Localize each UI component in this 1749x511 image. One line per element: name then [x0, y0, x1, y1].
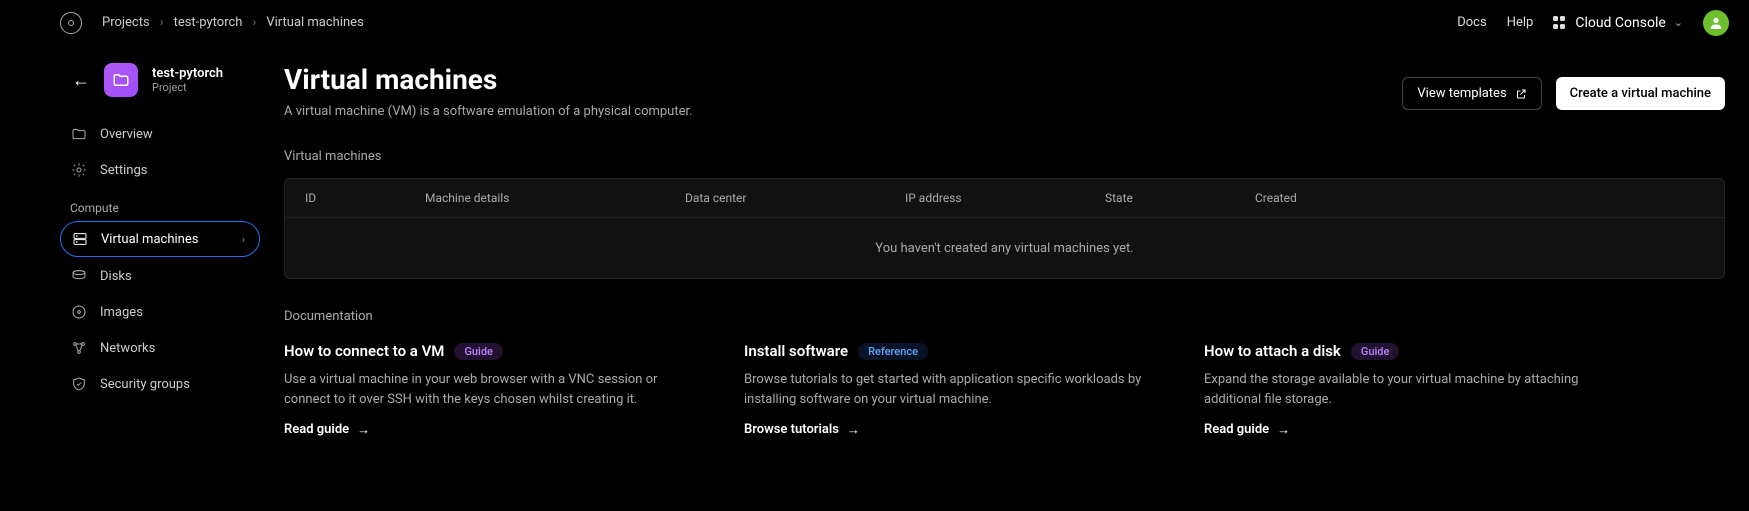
back-arrow-icon[interactable]: ← — [72, 70, 90, 91]
arrow-right-icon: → — [1277, 422, 1290, 438]
chevron-right-icon: › — [242, 233, 245, 246]
sidebar-group-label: Compute — [70, 201, 260, 215]
help-link[interactable]: Help — [1507, 15, 1534, 30]
docs-link[interactable]: Docs — [1457, 15, 1486, 30]
sidebar-item-networks[interactable]: Networks — [60, 331, 260, 365]
logo-icon[interactable] — [60, 12, 82, 34]
top-nav-right: Docs Help Cloud Console ⌄ — [1457, 10, 1729, 36]
folder-icon — [112, 71, 130, 89]
chevron-down-icon: ⌄ — [1674, 16, 1683, 29]
create-vm-button[interactable]: Create a virtual machine — [1556, 77, 1725, 110]
breadcrumb-projects[interactable]: Projects — [96, 12, 156, 33]
apps-grid-icon — [1553, 16, 1567, 30]
view-templates-button[interactable]: View templates — [1402, 77, 1541, 110]
arrow-right-icon: → — [847, 422, 860, 438]
doc-card-link[interactable]: Read guide → — [284, 422, 370, 438]
external-link-icon — [1515, 88, 1527, 100]
person-icon — [1708, 15, 1724, 31]
shield-icon — [71, 376, 87, 392]
th-created: Created — [1255, 191, 1375, 205]
button-label: View templates — [1417, 86, 1506, 101]
doc-card-desc: Use a virtual machine in your web browse… — [284, 370, 684, 409]
chevron-right-icon: › — [252, 15, 256, 30]
user-avatar[interactable] — [1703, 10, 1729, 36]
link-label: Browse tutorials — [744, 422, 839, 437]
breadcrumb-current[interactable]: Virtual machines — [260, 12, 369, 33]
sidebar-item-security[interactable]: Security groups — [60, 367, 260, 401]
gear-icon — [71, 162, 87, 178]
sidebar-item-label: Overview — [100, 127, 153, 142]
sidebar-item-images[interactable]: Images — [60, 295, 260, 329]
project-name: test-pytorch — [152, 66, 223, 81]
network-icon — [71, 340, 87, 356]
main-content: Virtual machines A virtual machine (VM) … — [260, 45, 1749, 438]
doc-card-desc: Expand the storage available to your vir… — [1204, 370, 1604, 409]
th-ip-address: IP address — [905, 191, 1105, 205]
sidebar-item-label: Settings — [100, 163, 147, 178]
sidebar-item-label: Networks — [100, 341, 155, 356]
disk-icon — [71, 268, 87, 284]
doc-card-title: Install software — [744, 342, 848, 360]
arrow-right-icon: → — [357, 422, 370, 438]
sidebar-item-overview[interactable]: Overview — [60, 117, 260, 151]
breadcrumb-project-name[interactable]: test-pytorch — [168, 12, 249, 33]
sidebar: ← test-pytorch Project Overview Settings… — [60, 45, 260, 438]
sidebar-item-label: Security groups — [100, 377, 190, 392]
project-subtitle: Project — [152, 81, 223, 94]
doc-card-desc: Browse tutorials to get started with app… — [744, 370, 1144, 409]
doc-card-link[interactable]: Browse tutorials → — [744, 422, 860, 438]
badge-reference: Reference — [858, 343, 928, 360]
context-label: Cloud Console — [1575, 15, 1665, 31]
table-empty-state: You haven't created any virtual machines… — [285, 218, 1724, 278]
th-machine-details: Machine details — [425, 191, 685, 205]
th-state: State — [1105, 191, 1255, 205]
table-header: ID Machine details Data center IP addres… — [285, 179, 1724, 218]
project-icon — [104, 63, 138, 97]
badge-guide: Guide — [1351, 343, 1400, 360]
sidebar-item-settings[interactable]: Settings — [60, 153, 260, 187]
link-label: Read guide — [1204, 422, 1269, 437]
record-icon — [71, 304, 87, 320]
button-label: Create a virtual machine — [1570, 86, 1711, 101]
doc-card-connect: How to connect to a VM Guide Use a virtu… — [284, 342, 684, 438]
project-meta: test-pytorch Project — [152, 66, 223, 94]
folder-icon — [71, 126, 87, 142]
page-subtitle: A virtual machine (VM) is a software emu… — [284, 104, 693, 119]
doc-card-title: How to connect to a VM — [284, 342, 444, 360]
sidebar-item-disks[interactable]: Disks — [60, 259, 260, 293]
doc-card-install: Install software Reference Browse tutori… — [744, 342, 1144, 438]
sidebar-item-label: Images — [100, 305, 143, 320]
section-label-docs: Documentation — [284, 309, 1725, 324]
th-data-center: Data center — [685, 191, 905, 205]
chevron-right-icon: › — [160, 15, 164, 30]
sidebar-item-label: Virtual machines — [101, 232, 198, 247]
sidebar-item-label: Disks — [100, 269, 132, 284]
vm-table: ID Machine details Data center IP addres… — [284, 178, 1725, 279]
badge-guide: Guide — [454, 343, 503, 360]
context-switcher[interactable]: Cloud Console ⌄ — [1553, 15, 1683, 31]
sidebar-item-virtual-machines[interactable]: Virtual machines › — [60, 221, 260, 257]
doc-card-link[interactable]: Read guide → — [1204, 422, 1290, 438]
top-bar: Projects › test-pytorch › Virtual machin… — [0, 0, 1749, 45]
doc-card-title: How to attach a disk — [1204, 342, 1341, 360]
th-id: ID — [305, 191, 425, 205]
section-label-vms: Virtual machines — [284, 149, 1725, 164]
breadcrumb-group: Projects › test-pytorch › Virtual machin… — [60, 12, 370, 34]
doc-card-disk: How to attach a disk Guide Expand the st… — [1204, 342, 1604, 438]
link-label: Read guide — [284, 422, 349, 437]
server-icon — [72, 231, 88, 247]
page-title: Virtual machines — [284, 63, 693, 96]
